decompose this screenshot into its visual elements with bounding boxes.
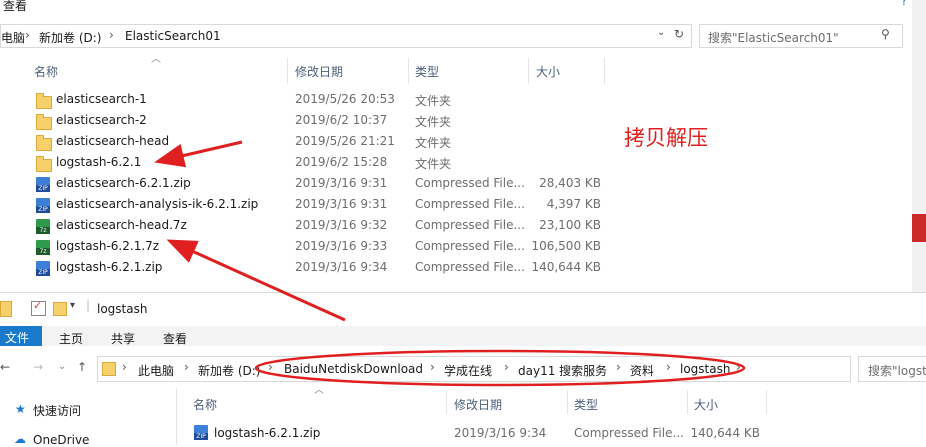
annotation-overlay	[154, 140, 746, 387]
arrow-to-logstash-7z	[166, 239, 346, 322]
arrow-to-logstash-folder	[154, 140, 243, 168]
circle-around-path	[254, 349, 746, 387]
